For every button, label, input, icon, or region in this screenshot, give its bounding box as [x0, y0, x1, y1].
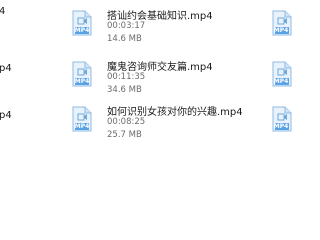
file-type-label: MP4: [273, 78, 289, 85]
left-file-name-fragment[interactable]: p4: [0, 63, 12, 74]
left-file-name-fragment[interactable]: p4: [0, 110, 12, 121]
file-size: 25.7 MB: [107, 130, 142, 140]
video-file-icon[interactable]: MP4: [272, 106, 292, 132]
left-file-name-fragment[interactable]: 4: [0, 6, 5, 17]
video-file-icon[interactable]: MP4: [272, 61, 292, 87]
file-name: 如何识别女孩对你的兴趣.mp4: [107, 107, 243, 118]
file-item[interactable]: MP4 如何识别女孩对你的兴趣.mp4 00:08:25 25.7 MB: [72, 102, 272, 144]
file-type-label: MP4: [273, 27, 289, 34]
file-type-label: MP4: [74, 78, 90, 85]
file-name: 搭讪约会基础知识.mp4: [107, 11, 213, 22]
video-file-icon: MP4: [72, 10, 92, 36]
file-duration: 00:08:25: [107, 117, 146, 127]
file-item[interactable]: MP4 搭讪约会基础知识.mp4 00:03:17 14.6 MB: [72, 6, 262, 48]
video-file-icon: MP4: [72, 106, 92, 132]
video-file-icon[interactable]: MP4: [272, 10, 292, 36]
file-explorer-view: 4 p4 p4 MP4 搭讪约会基础知识.mp4 00:03:17 14.6 M…: [0, 0, 300, 200]
file-type-label: MP4: [273, 123, 289, 130]
file-type-label: MP4: [74, 123, 90, 130]
file-size: 34.6 MB: [107, 85, 142, 95]
video-file-icon: MP4: [72, 61, 92, 87]
file-duration: 00:11:35: [107, 72, 146, 82]
file-name: 魔鬼咨询师交友篇.mp4: [107, 62, 213, 73]
file-type-label: MP4: [74, 27, 90, 34]
file-item[interactable]: MP4 魔鬼咨询师交友篇.mp4 00:11:35 34.6 MB: [72, 57, 262, 99]
file-size: 14.6 MB: [107, 34, 142, 44]
file-duration: 00:03:17: [107, 21, 146, 31]
